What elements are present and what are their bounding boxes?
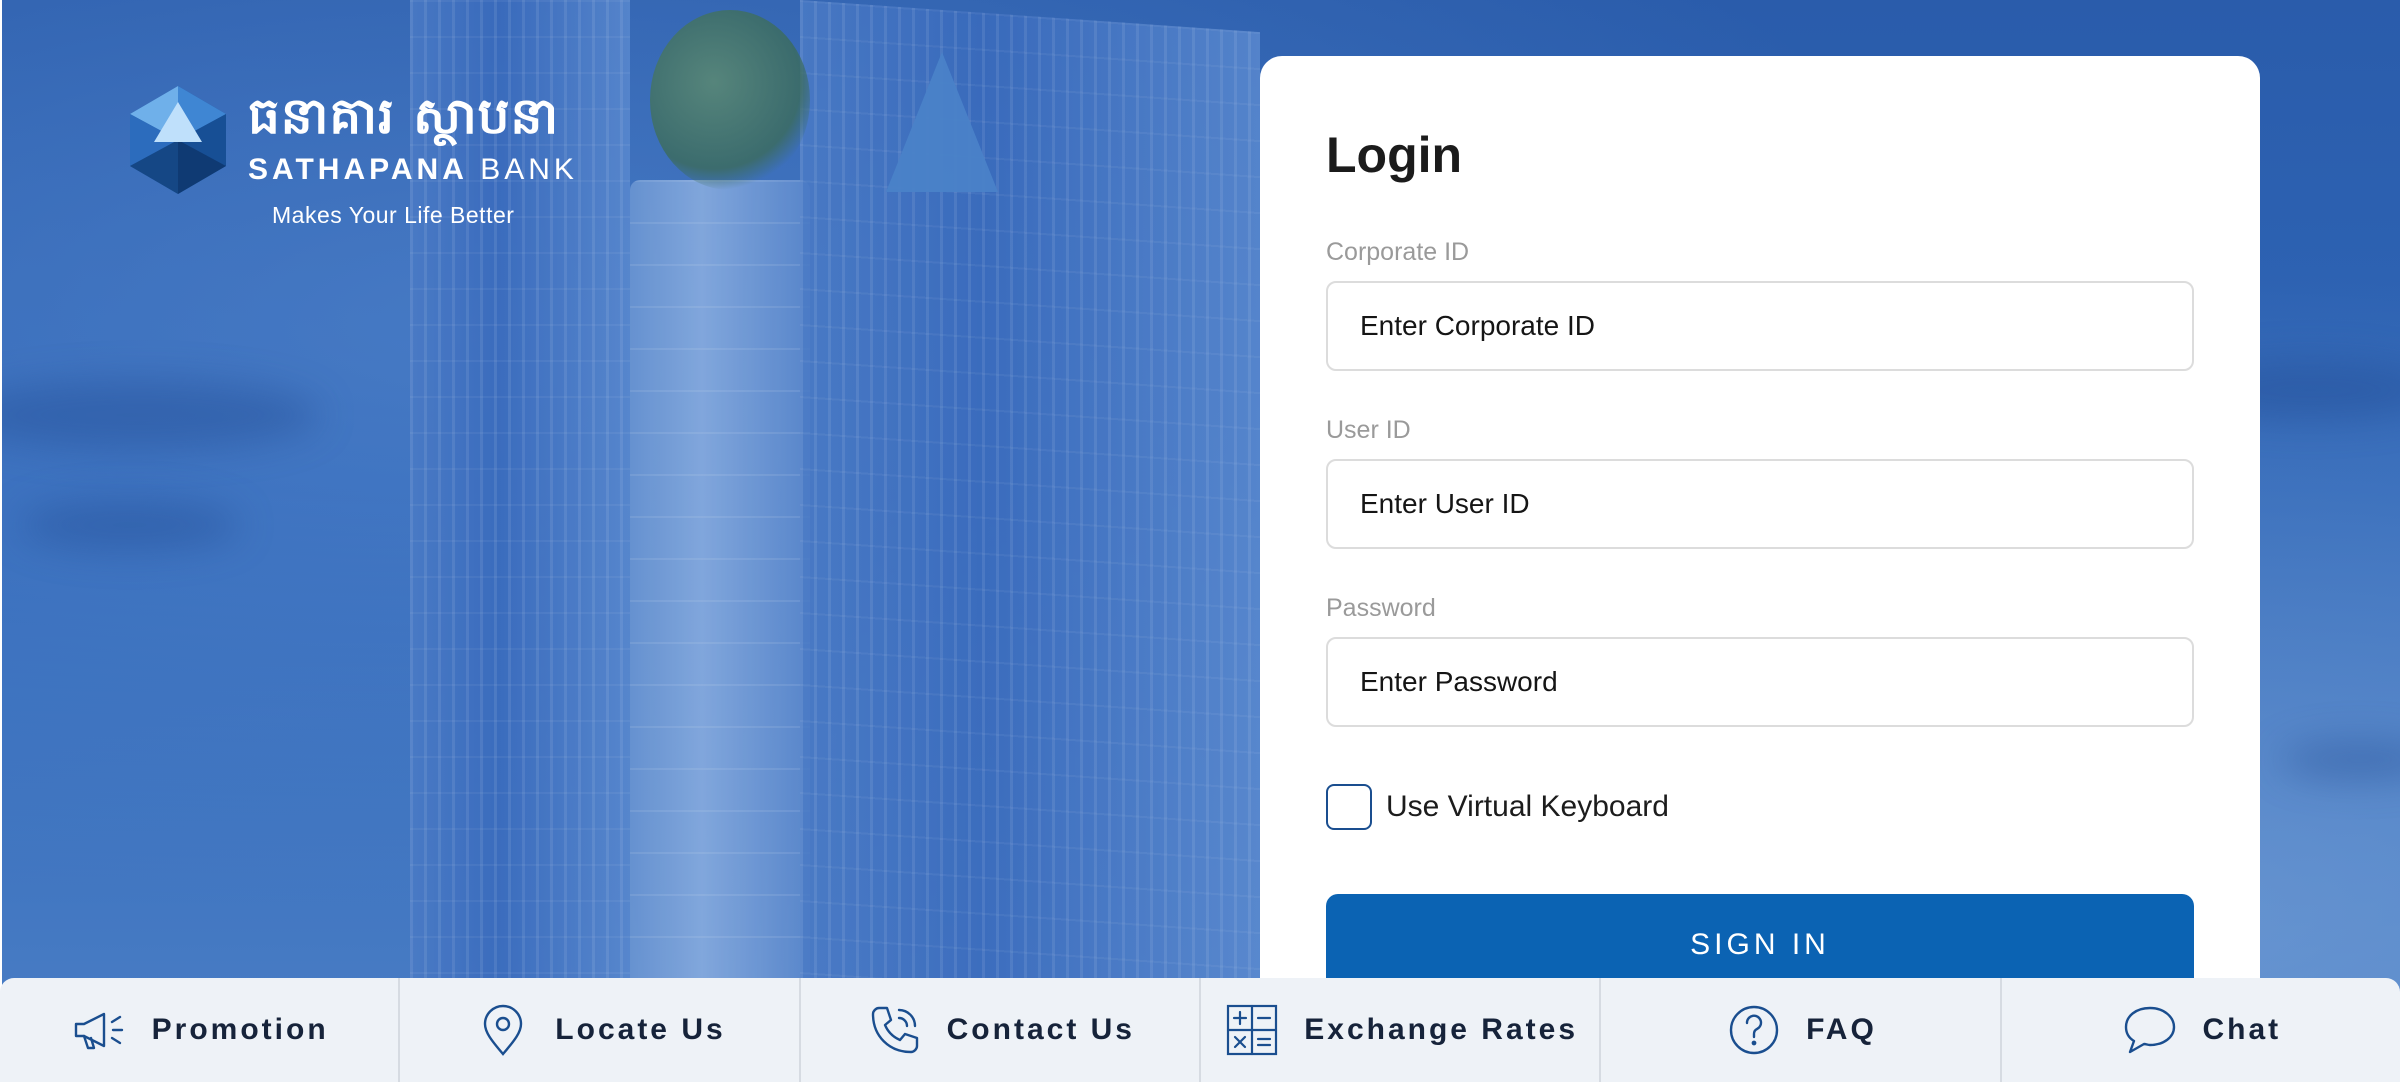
building-core (630, 180, 810, 980)
brand-khmer-name: ធនាគារ ស្ថាបនា (248, 87, 560, 145)
chat-bubble-icon (2120, 1000, 2180, 1060)
nav-label-promotion: Promotion (151, 1013, 329, 1046)
brand-tagline: Makes Your Life Better (272, 202, 515, 228)
nav-label-chat: Chat (2202, 1013, 2282, 1046)
brand-name: SATHAPANA BANK (248, 150, 578, 190)
nav-label-locate-us: Locate Us (555, 1013, 726, 1046)
bank-logo-icon (130, 86, 226, 194)
nav-label-contact-us: Contact Us (946, 1013, 1135, 1046)
brand-text: ធនាគារ ស្ថាបនា SATHAPANA BANK Makes Your… (248, 84, 578, 232)
user-id-input[interactable] (1326, 459, 2194, 549)
nav-item-exchange-rates[interactable]: Exchange Rates (1201, 978, 1602, 1082)
nav-item-chat[interactable]: Chat (2002, 978, 2400, 1082)
nav-item-promotion[interactable]: Promotion (0, 978, 401, 1082)
login-card: Login Corporate ID User ID Password Use … (1260, 56, 2260, 1056)
calculator-icon (1222, 1000, 1282, 1060)
virtual-keyboard-label: Use Virtual Keyboard (1386, 790, 1669, 823)
left-edge (0, 0, 2, 1082)
megaphone-icon (70, 1000, 130, 1060)
question-icon (1724, 1000, 1784, 1060)
nav-label-exchange-rates: Exchange Rates (1304, 1013, 1579, 1046)
corporate-id-input[interactable] (1326, 281, 2194, 371)
location-pin-icon (473, 1000, 533, 1060)
cloud (20, 500, 240, 550)
virtual-keyboard-option[interactable]: Use Virtual Keyboard (1326, 784, 1669, 830)
building-logo-diamond (886, 52, 998, 192)
user-id-label: User ID (1326, 416, 1411, 444)
brand-name-bold: SATHAPANA (248, 153, 468, 186)
nav-item-contact-us[interactable]: Contact Us (801, 978, 1201, 1082)
nav-label-faq: FAQ (1806, 1013, 1877, 1046)
brand-name-regular: BANK (480, 153, 578, 186)
phone-icon (865, 1000, 925, 1060)
nav-item-faq[interactable]: FAQ (1601, 978, 2002, 1082)
nav-item-locate-us[interactable]: Locate Us (400, 978, 801, 1082)
building-right-wing (800, 0, 1260, 1013)
corporate-id-label: Corporate ID (1326, 238, 1470, 266)
cloud (0, 380, 320, 450)
brand-header: ធនាគារ ស្ថាបនា SATHAPANA BANK Makes Your… (128, 84, 578, 232)
cloud (2280, 740, 2400, 780)
login-title: Login (1326, 127, 1463, 183)
virtual-keyboard-checkbox[interactable] (1326, 784, 1372, 830)
rooftop-trees (650, 10, 810, 190)
password-label: Password (1326, 594, 1436, 622)
password-input[interactable] (1326, 637, 2194, 727)
bottom-nav: Promotion Locate Us Contact Us Exchange … (0, 978, 2400, 1082)
